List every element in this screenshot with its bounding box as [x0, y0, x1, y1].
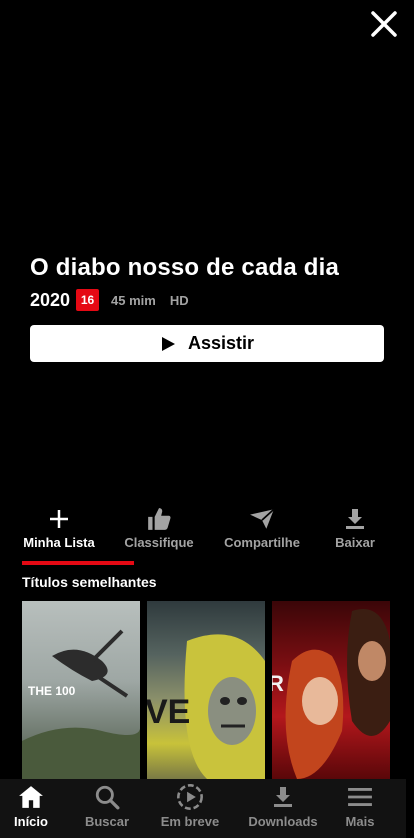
download-icon	[269, 783, 297, 811]
nav-search-label: Buscar	[84, 814, 130, 829]
active-tab-indicator	[22, 561, 134, 565]
share-icon	[248, 505, 276, 533]
title-meta: 2020 16 45 mim HD	[30, 288, 386, 312]
share-button[interactable]: Compartilhe	[222, 505, 302, 550]
release-year: 2020	[30, 289, 71, 310]
poster-art: R	[272, 609, 390, 779]
duration: 45 mim	[111, 292, 156, 308]
home-icon	[17, 783, 45, 811]
bottom-nav: Início Buscar Em breve Downloads Mais	[0, 779, 406, 838]
menu-icon	[346, 783, 374, 811]
play-icon	[161, 336, 175, 351]
my-list-label: Minha Lista	[23, 535, 95, 550]
poster-art: THE 100	[22, 629, 140, 779]
nav-search[interactable]: Buscar	[82, 779, 132, 838]
download-icon	[341, 505, 369, 533]
plus-icon	[45, 505, 73, 533]
download-label: Baixar	[335, 535, 375, 550]
nav-more[interactable]: Mais	[340, 779, 380, 838]
nav-more-label: Mais	[345, 814, 375, 829]
my-list-button[interactable]: Minha Lista	[22, 505, 96, 550]
rate-label: Classifique	[124, 535, 194, 550]
poster-caption: VE	[147, 693, 190, 731]
poster-art: VE	[147, 634, 265, 779]
coming-soon-icon	[176, 783, 204, 811]
nav-downloads[interactable]: Downloads	[245, 779, 321, 838]
age-rating-badge: 16	[76, 289, 100, 311]
action-row: Minha Lista Classifique Compartilhe Baix…	[0, 505, 414, 555]
poster-card[interactable]: VE	[147, 601, 265, 779]
quality-badge: HD	[169, 292, 189, 308]
play-button[interactable]: Assistir	[30, 325, 384, 362]
play-button-label: Assistir	[187, 333, 255, 353]
share-label: Compartilhe	[224, 535, 300, 550]
close-icon	[371, 11, 397, 37]
close-button[interactable]	[366, 6, 402, 42]
similar-titles-row: THE 100 VE R	[22, 601, 390, 779]
search-icon	[93, 783, 121, 811]
nav-home[interactable]: Início	[8, 779, 54, 838]
similar-titles-heading: Títulos semelhantes	[22, 574, 157, 590]
nav-downloads-label: Downloads	[248, 814, 318, 829]
title-info: O diabo nosso de cada dia 2020 16 45 mim…	[30, 252, 386, 312]
poster-caption: R	[272, 671, 284, 696]
poster-caption: THE 100	[28, 684, 76, 698]
poster-card[interactable]: R	[272, 601, 390, 779]
nav-home-label: Início	[14, 814, 48, 829]
thumbs-up-icon	[145, 505, 173, 533]
nav-coming-soon-label: Em breve	[160, 814, 220, 829]
rate-button[interactable]: Classifique	[124, 505, 194, 550]
page-title: O diabo nosso de cada dia	[30, 254, 340, 281]
download-button[interactable]: Baixar	[333, 505, 377, 550]
nav-coming-soon[interactable]: Em breve	[158, 779, 222, 838]
poster-card[interactable]: THE 100	[22, 601, 140, 779]
